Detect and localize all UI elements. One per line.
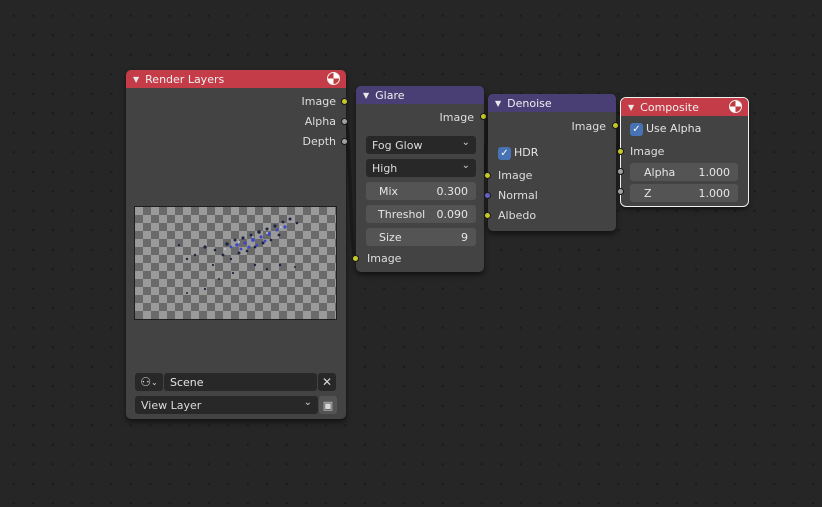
scene-selector-button[interactable]: ⚇ ⌄ [135, 373, 163, 391]
glare-mix-value: 0.300 [436, 184, 469, 198]
scene-data-icon: ⚇ [140, 375, 152, 389]
denoise-input-albedo-label: Albedo [498, 209, 537, 222]
collapse-triangle-icon[interactable]: ▼ [495, 99, 501, 108]
scene-field[interactable]: Scene [164, 373, 317, 391]
glare-input-image-socket[interactable] [352, 255, 359, 262]
composite-input-image-socket[interactable] [617, 148, 624, 155]
composite-header[interactable]: ▼ Composite [621, 98, 748, 116]
denoise-input-image-label: Image [498, 169, 533, 182]
glare-node[interactable]: ▼ Glare Image Fog Glow ⌄ High ⌄ Mix 0.30… [356, 86, 484, 272]
denoise-output-image-label: Image [571, 120, 606, 133]
chevron-down-icon: ⌄ [151, 377, 158, 387]
collapse-triangle-icon[interactable]: ▼ [133, 75, 139, 84]
glare-threshold-field[interactable]: Threshol 0.090 [366, 205, 476, 223]
composite-z-value: 1.000 [698, 186, 731, 200]
composite-input-z-socket[interactable] [617, 188, 624, 195]
render-preview-content [177, 217, 299, 294]
denoise-title: Denoise [507, 96, 552, 110]
denoise-input-normal-label: Normal [498, 189, 538, 202]
render-layers-node[interactable]: ▼ Render Layers Image Alpha Depth ⚇ ⌄ Sc… [126, 70, 346, 419]
glare-type-dropdown[interactable]: Fog Glow ⌄ [366, 136, 476, 154]
composite-alpha-value: 1.000 [698, 165, 731, 179]
glare-header[interactable]: ▼ Glare [356, 86, 484, 104]
composite-alpha-field[interactable]: Alpha 1.000 [630, 163, 738, 181]
use-alpha-label: Use Alpha [646, 122, 702, 135]
render-layers-image-socket[interactable] [341, 98, 348, 105]
glare-title: Glare [375, 88, 405, 102]
render-preview-image [134, 206, 337, 320]
glare-quality-value: High [372, 161, 398, 175]
glare-threshold-value: 0.090 [436, 207, 469, 221]
glare-output-image-label: Image [439, 111, 474, 124]
composite-node[interactable]: ▼ Composite ✓ Use Alpha Image Alpha 1.00… [620, 97, 749, 207]
render-layers-header[interactable]: ▼ Render Layers [126, 70, 346, 88]
composite-z-label: Z [644, 186, 652, 200]
glare-size-value: 9 [461, 230, 468, 244]
chevron-down-icon: ⌄ [303, 397, 312, 408]
render-layer-icon: ▣ [322, 398, 334, 412]
glare-input-image-label: Image [367, 252, 402, 265]
scene-clear-button[interactable]: ✕ [318, 373, 336, 391]
hdr-checkbox[interactable]: ✓ [498, 147, 511, 160]
render-node-icon [327, 72, 340, 85]
denoise-node[interactable]: ▼ Denoise Image ✓ HDR Image Normal Albed… [488, 94, 616, 231]
chevron-down-icon: ⌄ [461, 160, 470, 171]
denoise-input-normal-socket[interactable] [484, 192, 491, 199]
denoise-input-image-socket[interactable] [484, 172, 491, 179]
glare-size-label: Size [379, 230, 402, 244]
render-node-icon [729, 100, 742, 113]
glare-threshold-label: Threshol [378, 207, 426, 221]
glare-quality-dropdown[interactable]: High ⌄ [366, 159, 476, 177]
denoise-input-albedo-socket[interactable] [484, 212, 491, 219]
glare-mix-field[interactable]: Mix 0.300 [366, 182, 476, 200]
composite-z-field[interactable]: Z 1.000 [630, 184, 738, 202]
render-layers-depth-socket[interactable] [341, 138, 348, 145]
render-layer-button[interactable]: ▣ [319, 396, 337, 414]
collapse-triangle-icon[interactable]: ▼ [628, 103, 634, 112]
hdr-label: HDR [514, 146, 539, 159]
composite-input-alpha-socket[interactable] [617, 168, 624, 175]
scene-value: Scene [170, 375, 204, 389]
glare-output-image-socket[interactable] [480, 113, 487, 120]
render-layers-title: Render Layers [145, 72, 225, 86]
collapse-triangle-icon[interactable]: ▼ [363, 91, 369, 100]
glare-type-value: Fog Glow [372, 138, 423, 152]
chevron-down-icon: ⌄ [461, 137, 470, 148]
glare-mix-label: Mix [379, 184, 399, 198]
output-image-label: Image [301, 95, 336, 108]
composite-alpha-label: Alpha [644, 165, 676, 179]
output-depth-label: Depth [302, 135, 336, 148]
view-layer-dropdown[interactable]: View Layer ⌄ [135, 396, 318, 414]
denoise-output-image-socket[interactable] [612, 122, 619, 129]
composite-title: Composite [640, 100, 699, 114]
use-alpha-checkbox[interactable]: ✓ [630, 123, 643, 136]
glare-size-field[interactable]: Size 9 [366, 228, 476, 246]
composite-input-image-label: Image [630, 145, 665, 158]
close-icon: ✕ [321, 375, 333, 389]
output-alpha-label: Alpha [304, 115, 336, 128]
view-layer-value: View Layer [141, 398, 202, 412]
denoise-header[interactable]: ▼ Denoise [488, 94, 616, 112]
render-layers-alpha-socket[interactable] [341, 118, 348, 125]
